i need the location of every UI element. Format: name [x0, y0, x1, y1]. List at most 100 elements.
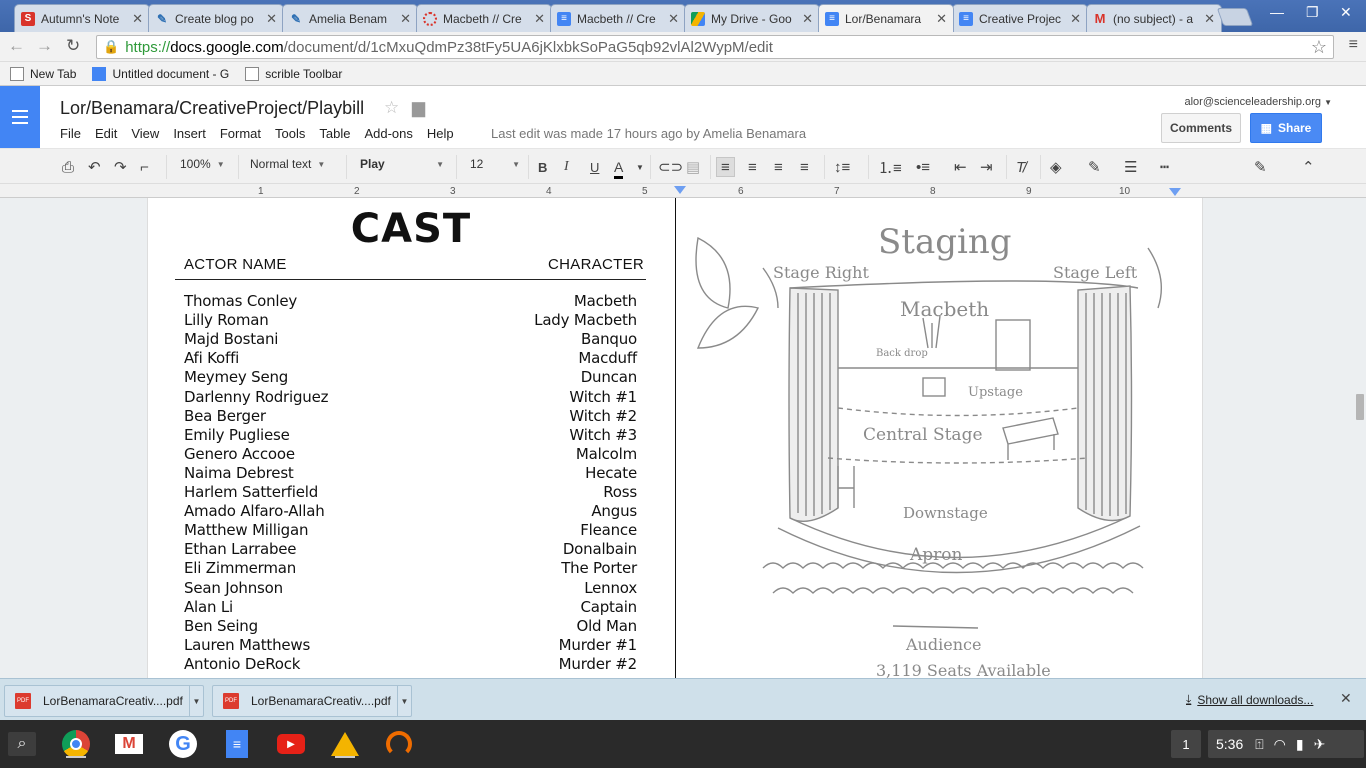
border-color-icon[interactable]: ✎ [1088, 157, 1101, 177]
align-left-icon[interactable]: ≡ [716, 157, 735, 177]
indent-marker[interactable] [674, 186, 686, 194]
document-page[interactable]: CAST ACTOR NAME CHARACTER Thomas Conley M… [147, 198, 1203, 678]
menu-tools[interactable]: Tools [275, 126, 305, 141]
align-center-icon[interactable]: ≡ [748, 157, 757, 177]
browser-tab[interactable]: ≡ Creative Projec ✕ [952, 4, 1088, 32]
browser-tab[interactable]: My Drive - Goo ✕ [684, 4, 820, 32]
collapse-menu-icon[interactable]: ⌃ [1302, 157, 1315, 177]
folder-icon[interactable]: ▆ [412, 98, 425, 117]
close-tab-icon[interactable]: ✕ [266, 11, 277, 27]
back-icon[interactable]: ← [8, 36, 25, 56]
docs-app-icon[interactable]: ≡ [221, 728, 253, 760]
increase-indent-icon[interactable]: ⇥ [980, 157, 993, 177]
close-tab-icon[interactable]: ✕ [802, 11, 813, 27]
comments-button[interactable]: Comments [1161, 113, 1241, 143]
decrease-indent-icon[interactable]: ⇤ [954, 157, 967, 177]
minimize-icon[interactable]: — [1270, 4, 1284, 20]
menu-file[interactable]: File [60, 126, 81, 141]
music-app-icon[interactable] [383, 728, 415, 760]
menu-insert[interactable]: Insert [173, 126, 206, 141]
editing-mode-icon[interactable]: ✎ [1254, 157, 1267, 177]
browser-tab[interactable]: Macbeth // Cre ✕ [416, 4, 552, 32]
text-color-icon[interactable]: A [614, 157, 624, 179]
new-tab-button[interactable] [1216, 8, 1254, 26]
clear-formatting-icon[interactable]: T̸ [1016, 157, 1025, 177]
share-button[interactable]: ▦ Share [1250, 113, 1322, 143]
bookmark-scrible-toolbar[interactable]: scrible Toolbar [245, 66, 342, 81]
underline-icon[interactable]: U [590, 157, 599, 177]
redo-icon[interactable]: ↷ [114, 157, 127, 177]
search-launcher-icon[interactable]: ⌕ [8, 732, 36, 756]
browser-tab[interactable]: ≡ Macbeth // Cre ✕ [550, 4, 686, 32]
close-tab-icon[interactable]: ✕ [534, 11, 545, 27]
link-icon[interactable]: ⊂⊃ [658, 157, 683, 177]
font-size-select[interactable]: 12 ▼ [470, 157, 520, 171]
paint-format-icon[interactable]: ⌐ [140, 157, 149, 177]
close-tab-icon[interactable]: ✕ [1070, 11, 1081, 27]
bookmark-new-tab[interactable]: New Tab [10, 66, 76, 81]
restore-icon[interactable]: ❐ [1306, 4, 1319, 21]
close-window-icon[interactable]: ✕ [1340, 4, 1352, 21]
show-all-downloads-link[interactable]: ⤓ Show all downloads... [1186, 692, 1313, 707]
account-menu[interactable]: alor@scienceleadership.org ▼ [1184, 96, 1332, 108]
gmail-app-icon[interactable]: M [113, 728, 145, 760]
bulleted-list-icon[interactable]: •≡ [916, 157, 930, 177]
status-tray[interactable]: 5:36 ⍐ ◠ ▮ ✈ [1208, 730, 1364, 758]
scrollbar-thumb[interactable] [1356, 394, 1364, 420]
drive-app-icon[interactable] [329, 728, 361, 760]
close-tab-icon[interactable]: ✕ [936, 11, 947, 27]
download-options-icon[interactable]: ▼ [397, 686, 411, 716]
download-item[interactable]: PDF LorBenamaraCreativ....pdf ▼ [4, 685, 204, 717]
download-item[interactable]: PDF LorBenamaraCreativ....pdf ▼ [212, 685, 412, 717]
close-downloads-icon[interactable]: ✕ [1340, 690, 1352, 707]
browser-tab[interactable]: S Autumn's Note ✕ [14, 4, 150, 32]
browser-tab[interactable]: M (no subject) - a ✕ [1086, 4, 1222, 32]
undo-icon[interactable]: ↶ [88, 157, 101, 177]
menu-table[interactable]: Table [319, 126, 350, 141]
print-icon[interactable]: ⎙ [62, 157, 74, 177]
numbered-list-icon[interactable]: ⒈≡ [878, 157, 902, 177]
right-indent-marker[interactable] [1169, 188, 1181, 196]
border-width-icon[interactable]: ☰ [1124, 157, 1137, 177]
align-right-icon[interactable]: ≡ [774, 157, 783, 177]
docs-home-icon[interactable] [0, 86, 40, 148]
menu-addons[interactable]: Add-ons [364, 126, 412, 141]
browser-tab-active[interactable]: ≡ Lor/Benamara ✕ [818, 4, 954, 32]
close-tab-icon[interactable]: ✕ [400, 11, 411, 27]
close-tab-icon[interactable]: ✕ [1204, 11, 1215, 27]
document-title[interactable]: Lor/Benamara/CreativeProject/Playbill [60, 98, 364, 119]
zoom-select[interactable]: 100% ▼ [180, 157, 225, 171]
menu-view[interactable]: View [131, 126, 159, 141]
close-tab-icon[interactable]: ✕ [132, 11, 143, 27]
forward-icon[interactable]: → [36, 36, 53, 56]
comment-icon[interactable]: ▤ [686, 157, 700, 177]
chrome-menu-icon[interactable]: ≡ [1349, 36, 1358, 54]
browser-tab[interactable]: ✎ Amelia Benam ✕ [282, 4, 418, 32]
address-bar[interactable]: 🔒 https://docs.google.com/document/d/1cM… [96, 35, 1334, 59]
browser-tab[interactable]: ✎ Create blog po ✕ [148, 4, 284, 32]
close-tab-icon[interactable]: ✕ [668, 11, 679, 27]
window-count[interactable]: 1 [1171, 730, 1201, 758]
star-icon[interactable]: ☆ [384, 98, 399, 117]
border-dash-icon[interactable]: ┅ [1160, 157, 1169, 177]
style-select[interactable]: Normal text ▼ [250, 157, 325, 171]
fill-color-icon[interactable]: ◈ [1050, 157, 1062, 177]
vertical-scrollbar[interactable] [1352, 198, 1366, 678]
italic-icon[interactable]: I [564, 157, 569, 177]
bold-icon[interactable]: B [538, 157, 547, 177]
menu-help[interactable]: Help [427, 126, 454, 141]
menu-format[interactable]: Format [220, 126, 261, 141]
ruler[interactable]: 1 2 3 4 5 6 7 8 9 10 [0, 184, 1366, 198]
google-search-app-icon[interactable]: G [167, 728, 199, 760]
bookmark-untitled-document[interactable]: Untitled document - G [92, 66, 229, 81]
bookmark-star-icon[interactable]: ☆ [1311, 37, 1327, 58]
dropdown-arrow-icon[interactable]: ▼ [636, 157, 644, 177]
font-select[interactable]: Play ▼ [360, 157, 444, 171]
download-options-icon[interactable]: ▼ [189, 686, 203, 716]
line-spacing-icon[interactable]: ↕≡ [834, 157, 850, 177]
menu-edit[interactable]: Edit [95, 126, 117, 141]
reload-icon[interactable]: ↻ [66, 36, 80, 56]
chrome-app-icon[interactable] [60, 728, 92, 760]
youtube-app-icon[interactable]: ▶ [275, 728, 307, 760]
last-edit-link[interactable]: Last edit was made 17 hours ago by Ameli… [491, 126, 806, 141]
